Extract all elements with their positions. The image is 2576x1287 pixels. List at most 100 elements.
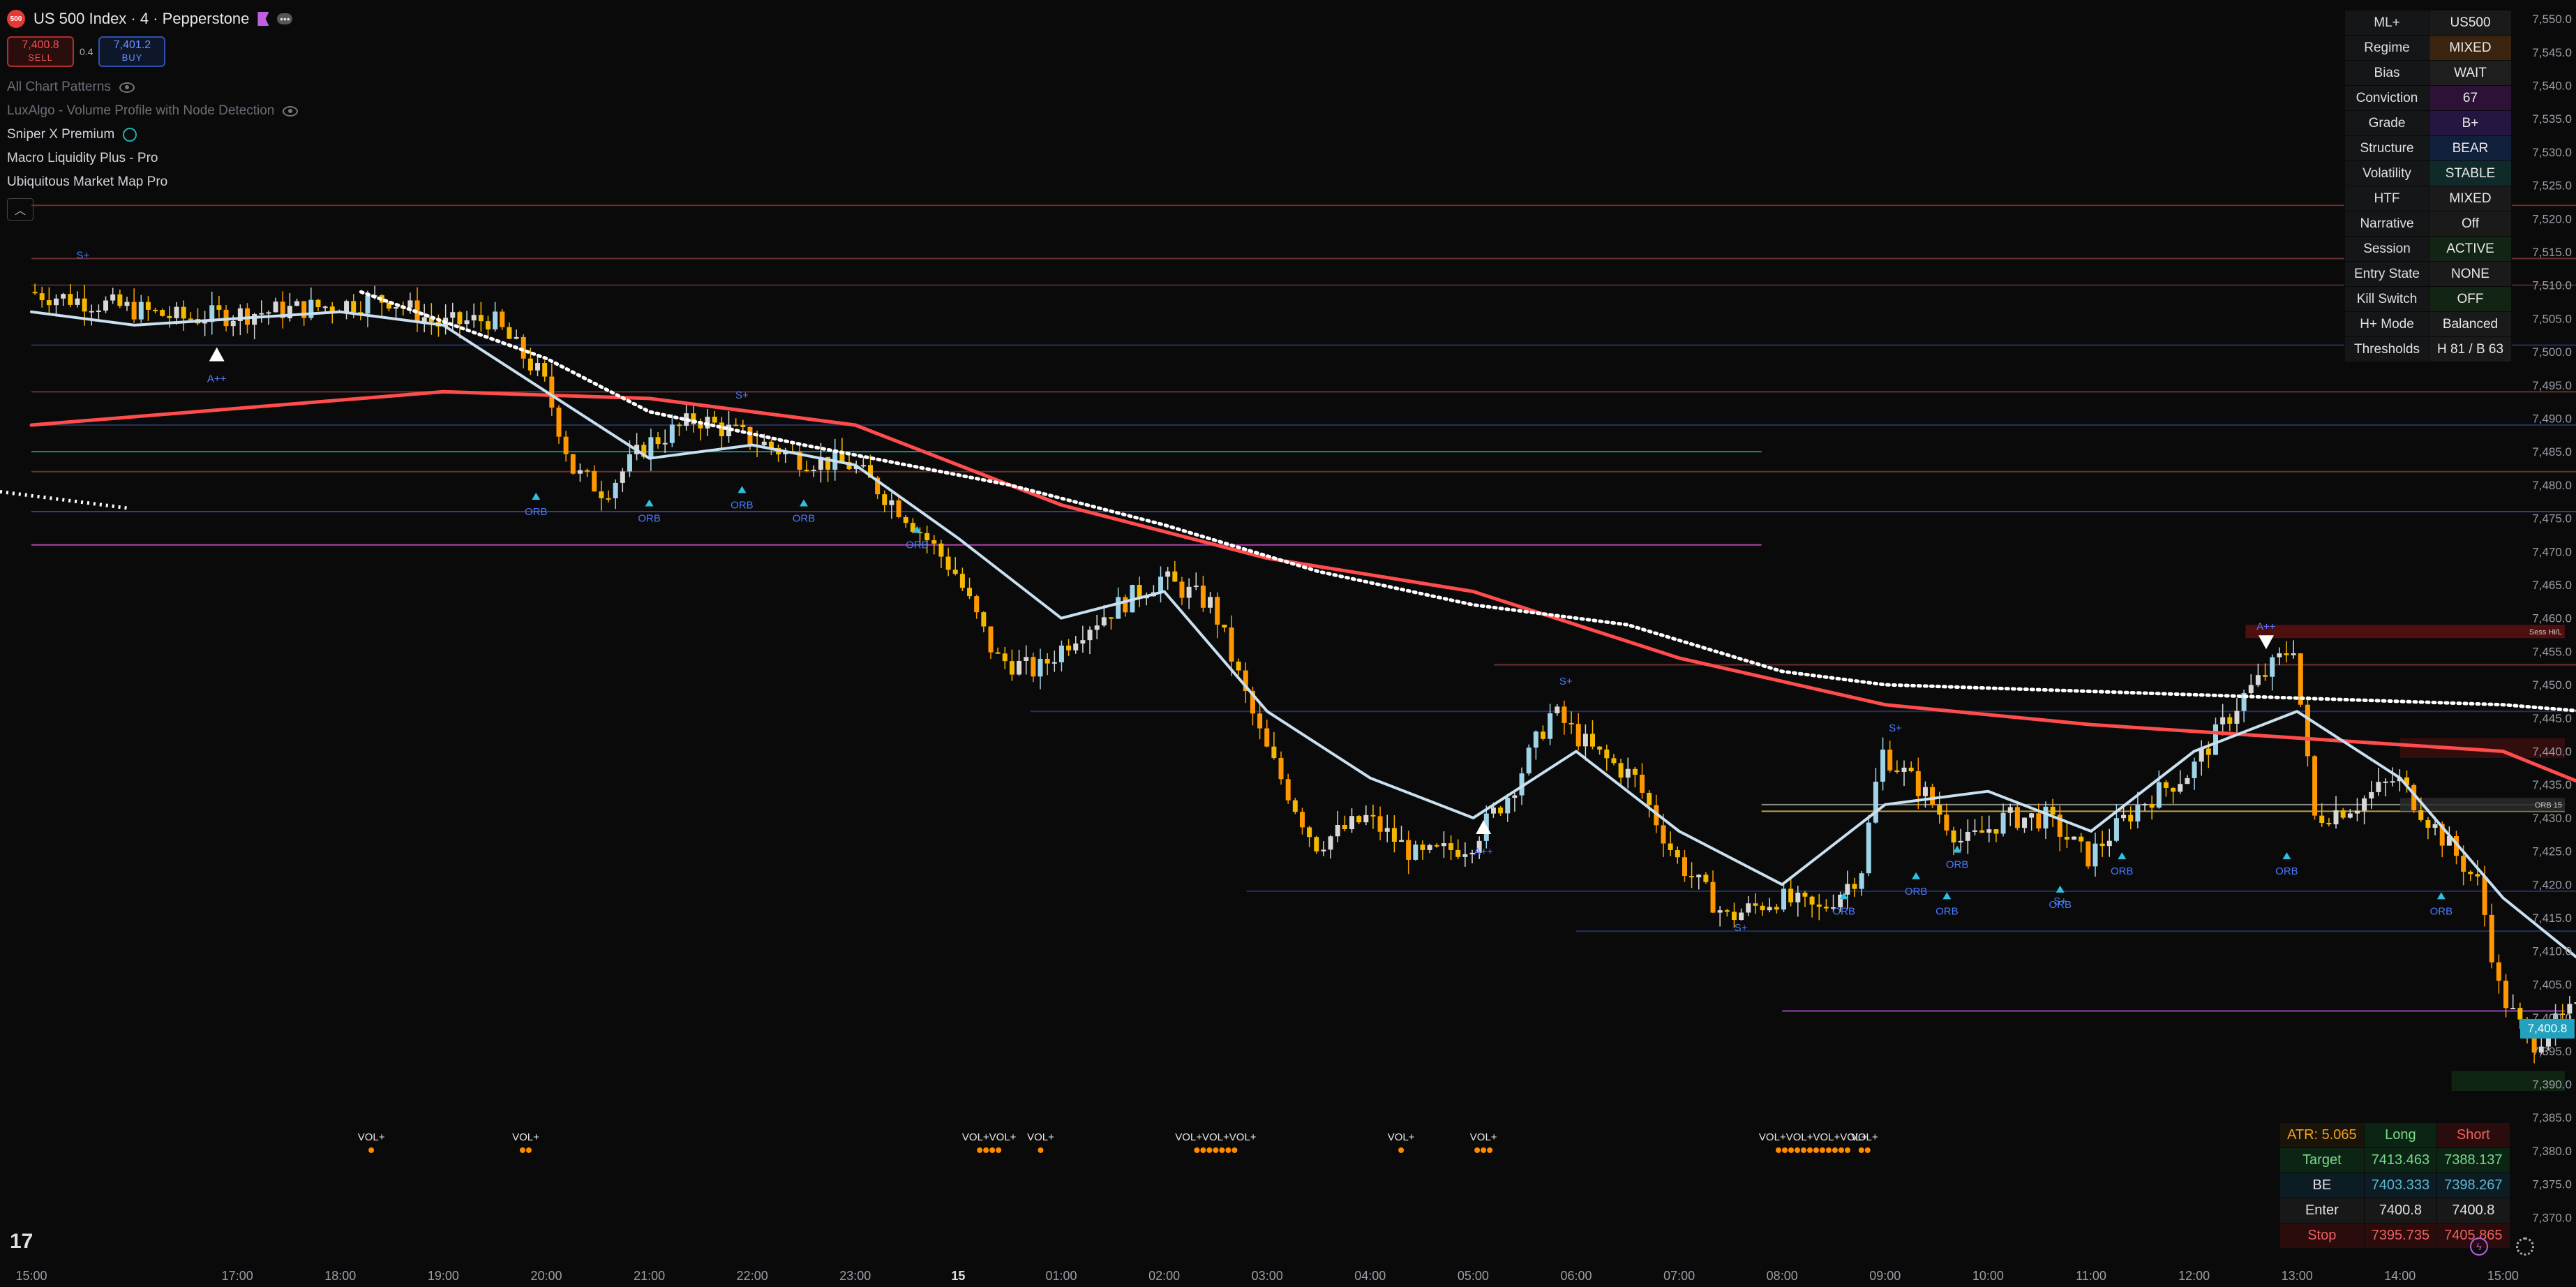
ml-row: Volatility STABLE [2344, 161, 2512, 186]
flag-icon[interactable] [257, 12, 269, 26]
time-tick: 02:00 [1148, 1269, 1180, 1283]
bolt-icon[interactable]: ϟ [2470, 1237, 2488, 1256]
indicator-item[interactable]: Sniper X Premium [7, 123, 298, 147]
ml-row: Regime MIXED [2344, 35, 2512, 61]
candle-body [2014, 807, 2020, 828]
vol-label: VOL+ [1388, 1131, 1415, 1143]
buy-button[interactable]: 7,401.2 BUY [98, 36, 166, 67]
price-tick: 7,490.0 [2532, 412, 2572, 425]
atr-label: Target [2279, 1147, 2365, 1173]
price-tick: 7,475.0 [2532, 512, 2572, 526]
candle-body [889, 500, 894, 505]
time-tick: 10:00 [1972, 1269, 2004, 1283]
vol-dot [1781, 1147, 1788, 1153]
orb-marker [645, 499, 654, 507]
candle-body [2128, 814, 2134, 822]
ml-key: Conviction [2344, 85, 2429, 111]
candle-body [1746, 903, 1751, 913]
candle-body [2347, 813, 2353, 818]
sell-button[interactable]: 7,400.8 SELL [7, 36, 74, 67]
ml-row: H+ Mode Balanced [2344, 311, 2512, 337]
symbol-row: 500 US 500 Index · 4 · Pepperstone ••• [7, 4, 298, 34]
candle-body [1172, 571, 1178, 582]
signal-down-arrow [2258, 635, 2274, 650]
atr-long: 7413.463 [2363, 1147, 2438, 1173]
candle-body [2149, 803, 2155, 808]
price-tick: 7,470.0 [2532, 545, 2572, 558]
candle-body [1901, 767, 1907, 773]
candle-body [592, 470, 597, 492]
ml-key: Thresholds [2344, 336, 2429, 362]
candle-body [2517, 1008, 2523, 1020]
candle-body [1094, 625, 1100, 630]
ml-value: OFF [2429, 286, 2512, 312]
eye-off-icon[interactable] [283, 105, 299, 117]
spread-value: 0.4 [80, 46, 93, 57]
indicator-label: Ubiquitous Market Map Pro [7, 174, 168, 189]
candle-body [747, 426, 753, 445]
vol-dot [519, 1147, 525, 1153]
candle-body [1116, 597, 1121, 619]
indicator-item[interactable]: Macro Liquidity Plus - Pro [7, 147, 298, 170]
candle-body [507, 327, 512, 339]
eye-off-icon[interactable] [119, 82, 135, 93]
vol-label: VOL+ [358, 1131, 385, 1143]
candle-body [2029, 813, 2035, 818]
ml-row: Grade B+ [2344, 110, 2512, 136]
candle-body [365, 295, 370, 314]
indicator-item[interactable]: Ubiquitous Market Map Pro [7, 170, 298, 194]
ml-key: H+ Mode [2344, 311, 2429, 337]
candle-body [761, 441, 767, 445]
candle-body [478, 315, 484, 322]
candle-body [563, 436, 569, 454]
indicator-item[interactable]: LuxAlgo - Volume Profile with Node Detec… [7, 99, 299, 123]
candle-body [2092, 843, 2098, 867]
candle-body [2475, 874, 2480, 877]
chart-canvas[interactable]: Sess Hi/LORB 15 A++A++A++S+S+S+S+S+S+ORB… [0, 0, 2576, 1287]
candle-body [1908, 767, 1914, 771]
candle-body [2171, 787, 2176, 792]
zone-label: ORB 15 [2535, 801, 2562, 810]
zone-label: Sess Hi/L [2529, 628, 2562, 637]
price-tick: 7,370.0 [2532, 1211, 2572, 1224]
atr-label: Stop [2279, 1223, 2365, 1249]
indicator-item[interactable]: All Chart Patterns [7, 75, 298, 99]
candle-body [1951, 830, 1956, 843]
candle-body [1604, 749, 1610, 759]
more-icon[interactable]: ••• [277, 13, 293, 24]
candle-body [988, 626, 994, 653]
candle-body [2340, 810, 2346, 818]
long-header: Long [2363, 1122, 2438, 1148]
tradingview-logo[interactable]: 17 [10, 1230, 33, 1253]
collapse-legend-button[interactable]: ︿ [7, 198, 33, 221]
symbol-title[interactable]: US 500 Index · 4 · Pepperstone [33, 10, 249, 28]
candle-body [1852, 884, 1857, 889]
alarm-icon[interactable] [123, 128, 137, 142]
candle-body [252, 314, 257, 325]
signal-label: A++ [2256, 620, 2276, 632]
candle-body [1958, 840, 1963, 843]
gear-icon[interactable] [2516, 1237, 2534, 1256]
ml-value: BEAR [2429, 135, 2512, 161]
candle-body [2270, 657, 2275, 677]
candle-body [570, 454, 576, 474]
vol-label: VOL+ [512, 1131, 539, 1143]
ml-key: Entry State [2344, 261, 2429, 287]
candle-body [138, 302, 144, 320]
time-tick: 03:00 [1252, 1269, 1283, 1283]
candle-body [266, 312, 271, 314]
candle-body [1101, 617, 1107, 626]
time-tick: 09:00 [1869, 1269, 1901, 1283]
candle-body [1024, 657, 1029, 661]
orb-marker [2055, 885, 2065, 893]
buy-price: 7,401.2 [113, 39, 151, 51]
signal-label: ORB [2049, 899, 2072, 911]
candle-body [585, 470, 590, 472]
candle-body [1406, 840, 1411, 860]
time-tick: 15:00 [15, 1269, 47, 1283]
candle-body [273, 302, 278, 313]
ml-key: Grade [2344, 110, 2429, 136]
candle-body [1108, 617, 1114, 619]
candle-body [1448, 843, 1454, 850]
price-tick: 7,495.0 [2532, 379, 2572, 392]
